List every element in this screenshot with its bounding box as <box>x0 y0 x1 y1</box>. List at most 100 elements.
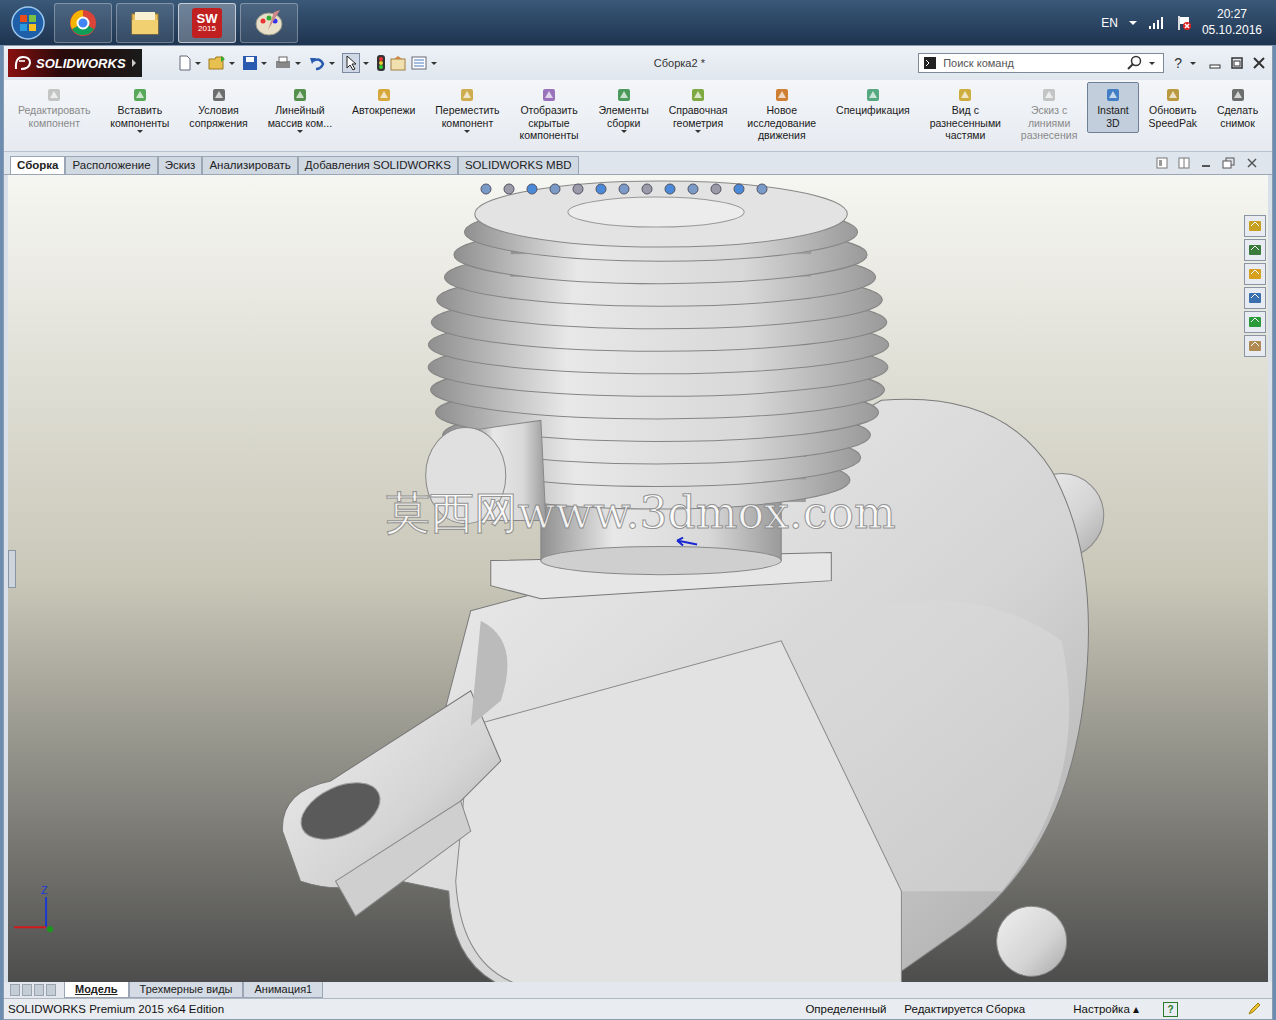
view-tool-icon[interactable] <box>662 181 678 197</box>
task-pane-button[interactable] <box>1244 311 1266 333</box>
folder-icon <box>130 10 160 36</box>
tab[interactable]: Эскиз <box>158 156 203 174</box>
status-help-button[interactable]: ? <box>1163 1002 1178 1017</box>
tab[interactable]: Добавления SOLIDWORKS <box>298 156 458 174</box>
task-pane-icon <box>1247 290 1263 306</box>
maximize-icon[interactable] <box>1230 56 1244 70</box>
view-tool-icon[interactable] <box>731 181 747 197</box>
command-icon <box>689 86 707 104</box>
language-indicator[interactable]: EN <box>1101 16 1118 30</box>
viewport-controls <box>1156 157 1272 169</box>
windows-icon <box>10 5 46 41</box>
taskbar-app[interactable] <box>54 3 112 43</box>
task-pane-icon <box>1247 266 1263 282</box>
start-button[interactable] <box>6 5 50 41</box>
task-pane-icon <box>1247 242 1263 258</box>
undo-icon[interactable] <box>308 55 326 71</box>
task-pane-button[interactable] <box>1244 215 1266 237</box>
ribbon-button[interactable]: Спецификация <box>826 82 920 121</box>
panel-toggle[interactable] <box>8 550 16 588</box>
tab-navigation[interactable] <box>10 982 64 998</box>
minimize-view-icon[interactable] <box>1200 157 1212 169</box>
ribbon-button[interactable]: Условиясопряжения <box>179 82 257 133</box>
paint-icon <box>254 8 284 38</box>
ribbon-button[interactable]: Вставитькомпоненты <box>100 82 179 137</box>
help-button[interactable]: ? <box>1174 55 1182 71</box>
view-tool-icon[interactable] <box>639 181 655 197</box>
close-view-icon[interactable] <box>1246 157 1258 169</box>
ribbon-button[interactable]: Переместитькомпонент <box>425 82 509 137</box>
taskbar-app[interactable]: SW2015 <box>178 3 236 43</box>
tab[interactable]: Анализировать <box>202 156 297 174</box>
view-tool-icon[interactable] <box>570 181 586 197</box>
rebuild-icon[interactable] <box>376 54 386 72</box>
split-icon[interactable] <box>1178 157 1190 169</box>
graphics-area[interactable]: 莫西网www.3dmox.comZ <box>8 175 1268 982</box>
engine-model[interactable]: 莫西网www.3dmox.comZ <box>8 175 1268 982</box>
command-icon <box>1040 86 1058 104</box>
restore-view-icon[interactable] <box>1222 157 1236 169</box>
options-icon[interactable] <box>410 55 428 71</box>
print-icon[interactable] <box>274 55 292 71</box>
tab[interactable]: Расположение <box>65 156 157 174</box>
command-icon <box>1104 86 1122 104</box>
select-icon[interactable] <box>344 55 358 71</box>
tray-arrow-icon[interactable] <box>1128 19 1138 27</box>
ribbon-button[interactable]: Вид сразнесеннымичастями <box>920 82 1011 146</box>
view-tool-icon[interactable] <box>501 181 517 197</box>
taskbar-app[interactable] <box>240 3 298 43</box>
clock[interactable]: 20:2705.10.2016 <box>1202 7 1262 38</box>
pencil-icon[interactable] <box>1246 1001 1262 1017</box>
view-tool-icon[interactable] <box>524 181 540 197</box>
view-tool-icon[interactable] <box>478 181 494 197</box>
file-properties-icon[interactable] <box>389 55 407 71</box>
task-pane-button[interactable] <box>1244 263 1266 285</box>
status-bar: SOLIDWORKS Premium 2015 x64 Edition Опре… <box>4 998 1272 1019</box>
flag-icon[interactable] <box>1176 15 1192 31</box>
ribbon-button[interactable]: ОбновитьSpeedPak <box>1139 82 1207 133</box>
command-icon <box>131 86 149 104</box>
model-tab[interactable]: Анимация1 <box>243 982 323 998</box>
ribbon-button[interactable]: Справочнаягеометрия <box>659 82 738 137</box>
ribbon-button[interactable]: Отобразитьскрытыекомпоненты <box>510 82 589 146</box>
tile-icon[interactable] <box>1156 157 1168 169</box>
ribbon-button[interactable]: Сделатьснимок <box>1207 82 1268 133</box>
minimize-icon[interactable] <box>1208 56 1222 70</box>
model-tab[interactable]: Трехмерные виды <box>129 982 244 998</box>
window-controls: ? <box>1174 55 1266 71</box>
close-icon[interactable] <box>1252 56 1266 70</box>
signal-icon[interactable] <box>1148 16 1166 30</box>
save-icon[interactable] <box>242 55 258 71</box>
ribbon-button[interactable]: Редактироватькомпонент <box>8 82 100 133</box>
ribbon-button[interactable]: Элементысборки <box>588 82 658 137</box>
open-icon[interactable] <box>208 55 226 71</box>
ribbon-button[interactable]: Instant3D <box>1087 82 1138 133</box>
tab[interactable]: SOLIDWORKS MBD <box>458 156 579 174</box>
task-pane-button[interactable] <box>1244 239 1266 261</box>
view-tool-icon[interactable] <box>685 181 701 197</box>
view-tool-icon[interactable] <box>616 181 632 197</box>
custom-button[interactable]: Настройка ▴ <box>1073 1002 1139 1016</box>
new-document-icon[interactable] <box>178 55 192 71</box>
tab[interactable]: Сборка <box>10 156 65 174</box>
ribbon-button[interactable]: Новоеисследованиедвижения <box>737 82 826 146</box>
taskbar-app[interactable] <box>116 3 174 43</box>
command-icon <box>1164 86 1182 104</box>
view-tool-icon[interactable] <box>593 181 609 197</box>
view-tool-icon[interactable] <box>708 181 724 197</box>
app-logo[interactable]: SOLIDWORKS <box>8 49 142 77</box>
command-search[interactable]: Поиск команд <box>918 53 1164 73</box>
model-tab[interactable]: Модель <box>64 982 129 998</box>
command-icon <box>45 86 63 104</box>
ribbon-button[interactable]: Автокрепежи <box>342 82 425 121</box>
view-tool-icon[interactable] <box>547 181 563 197</box>
task-pane-button[interactable] <box>1244 287 1266 309</box>
axis-triad: Z <box>14 884 53 932</box>
ribbon-button[interactable]: Линейныймассив ком... <box>258 82 342 137</box>
ribbon-button[interactable]: Эскиз слиниямиразнесения <box>1011 82 1087 146</box>
view-tool-icon[interactable] <box>754 181 770 197</box>
task-pane-icon <box>1247 218 1263 234</box>
task-pane-button[interactable] <box>1244 335 1266 357</box>
command-icon <box>773 86 791 104</box>
search-icon[interactable] <box>1127 55 1143 71</box>
